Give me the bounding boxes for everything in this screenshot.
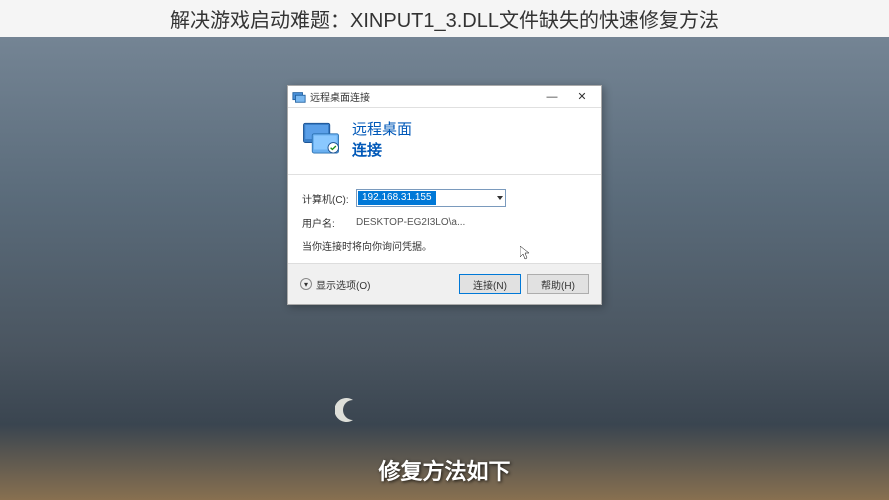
minimize-button[interactable]: — (537, 88, 567, 106)
rdp-small-icon (292, 90, 306, 104)
computer-value: 192.168.31.155 (358, 191, 436, 205)
expand-down-icon: ▾ (300, 278, 312, 290)
show-options-label: 显示选项(O) (316, 277, 370, 292)
username-label: 用户名: (302, 215, 356, 230)
moon-icon (335, 396, 363, 424)
help-button[interactable]: 帮助(H) (527, 274, 589, 294)
form-section: 计算机(C): 192.168.31.155 用户名: DESKTOP-EG2I… (288, 175, 601, 263)
dialog-title-text: 远程桌面连接 (310, 89, 537, 104)
credential-hint: 当你连接时将向你询问凭据。 (302, 238, 587, 253)
connect-button[interactable]: 连接(N) (459, 274, 521, 294)
window-controls: — ✕ (537, 88, 597, 106)
rdp-large-icon (300, 118, 342, 160)
chevron-down-icon (497, 196, 503, 200)
header-title: 远程桌面 (352, 118, 412, 139)
rdp-dialog: 远程桌面连接 — ✕ 远程桌面 连接 计算机(C): 192.168.31.15… (287, 85, 602, 305)
computer-combo[interactable]: 192.168.31.155 (356, 189, 506, 207)
close-button[interactable]: ✕ (567, 88, 597, 106)
header-text-group: 远程桌面 连接 (352, 118, 412, 160)
dialog-header: 远程桌面 连接 (288, 108, 601, 175)
video-caption: 修复方法如下 (378, 454, 510, 486)
show-options-button[interactable]: ▾ 显示选项(O) (300, 277, 370, 292)
username-row: 用户名: DESKTOP-EG2I3LO\a... (302, 215, 587, 230)
computer-row: 计算机(C): 192.168.31.155 (302, 189, 587, 207)
footer-buttons: 连接(N) 帮助(H) (459, 274, 589, 294)
dialog-footer: ▾ 显示选项(O) 连接(N) 帮助(H) (288, 263, 601, 304)
page-top-title: 解决游戏启动难题：XINPUT1_3.DLL文件缺失的快速修复方法 (0, 0, 889, 37)
dialog-titlebar: 远程桌面连接 — ✕ (288, 86, 601, 108)
header-subtitle: 连接 (352, 139, 412, 160)
computer-label: 计算机(C): (302, 191, 356, 206)
username-value: DESKTOP-EG2I3LO\a... (356, 217, 465, 228)
